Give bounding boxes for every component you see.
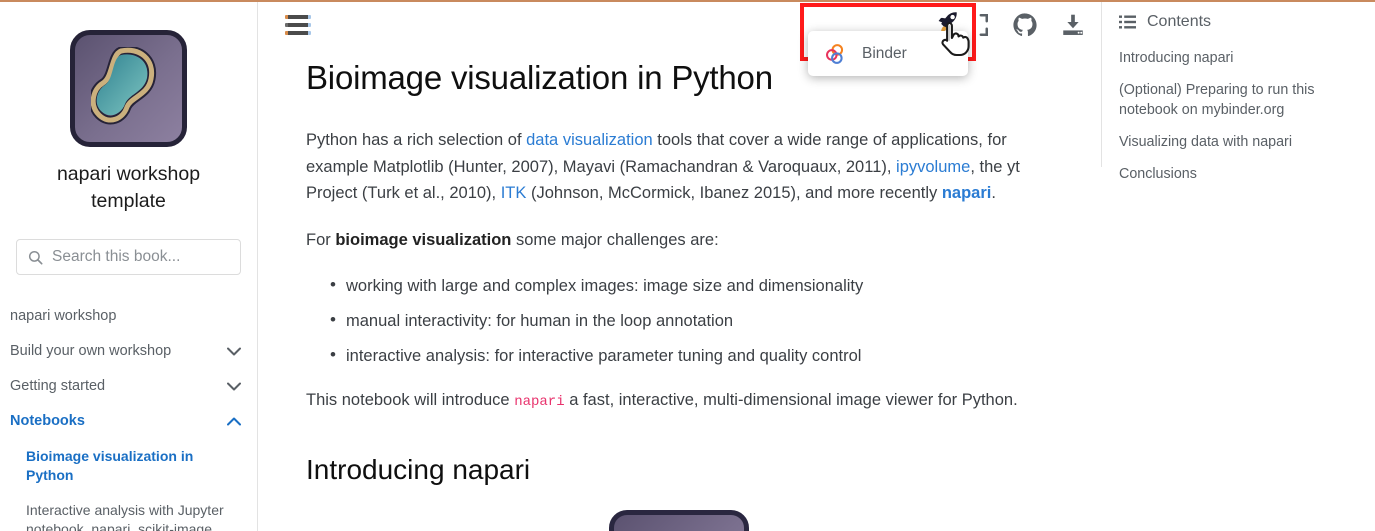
main-content: Bioimage visualization in Python Python … [259,2,1100,531]
sidebar-item-label: Bioimage visualization in Python [26,447,241,485]
sidebar-item-bioimage-visualization-in-python[interactable]: Bioimage visualization in Python [0,439,257,493]
sidebar-item-interactive-analysis[interactable]: Interactive analysis with Jupyter notebo… [0,493,257,531]
sidebar: napari workshop template Search this boo… [0,2,258,531]
page-root: napari workshop template Search this boo… [0,0,1375,531]
contents-header: Contents [1119,13,1365,31]
chevron-down-icon[interactable] [227,347,241,356]
paragraph-text: This notebook will introduce [306,391,514,409]
contents-panel: Contents Introducing napari (Optional) P… [1101,2,1375,531]
toc-item-introducing-napari[interactable]: Introducing napari [1119,48,1365,68]
binder-menu-label: Binder [862,45,907,63]
paragraph-text: . [991,184,996,202]
chevron-up-icon[interactable] [227,417,241,426]
challenges-list: working with large and complex images: i… [306,273,1052,369]
pointing-hand-cursor [938,20,972,60]
search-placeholder: Search this book... [52,248,180,266]
itk-link[interactable]: ITK [501,184,527,202]
article: Bioimage visualization in Python Python … [259,2,1100,531]
list-item: interactive analysis: for interactive pa… [306,343,1052,369]
paragraph-text: a fast, interactive, multi-dimensional i… [565,391,1018,409]
book-logo-wrapper: napari workshop template [0,2,257,215]
contents-title: Contents [1147,13,1211,31]
challenges-intro-paragraph: For bioimage visualization some major ch… [306,227,1052,254]
search-input[interactable]: Search this book... [16,239,241,275]
napari-logo-icon [70,30,187,147]
sidebar-item-getting-started[interactable]: Getting started [0,369,257,404]
paragraph-text: For [306,231,335,249]
download-icon[interactable] [1060,12,1086,38]
napari-logo-icon [609,510,749,531]
napari-blob-fill [91,47,163,127]
bioimage-visualization-bold: bioimage visualization [335,231,511,249]
napari-inline-code: napari [514,394,564,410]
paragraph-text: (Johnson, McCormick, Ibanez 2015), and m… [526,184,941,202]
sidebar-item-label: napari workshop [10,307,116,326]
hamburger-menu-icon[interactable] [285,15,311,35]
sidebar-item-napari-workshop[interactable]: napari workshop [0,299,257,334]
list-item: manual interactivity: for human in the l… [306,308,1052,334]
sidebar-nav: napari workshop Build your own workshop … [0,275,257,531]
data-visualization-link[interactable]: data visualization [526,131,653,149]
binder-logo-icon [824,43,846,65]
search-wrapper: Search this book... [0,215,257,275]
napari-link[interactable]: napari [942,184,992,202]
sidebar-item-label: Notebooks [10,412,85,431]
sidebar-item-build-your-own-workshop[interactable]: Build your own workshop [0,334,257,369]
search-icon [28,250,43,265]
paragraph-text: some major challenges are: [511,231,718,249]
sidebar-item-label: Build your own workshop [10,342,171,361]
chevron-down-icon[interactable] [227,382,241,391]
toc-item-conclusions[interactable]: Conclusions [1119,164,1365,184]
toc-item-optional-preparing[interactable]: (Optional) Preparing to run this noteboo… [1119,80,1365,120]
github-icon[interactable] [1012,12,1038,38]
sidebar-item-label: Interactive analysis with Jupyter notebo… [26,501,241,531]
notebook-intro-paragraph: This notebook will introduce napari a fa… [306,387,1052,416]
toc-item-visualizing-data[interactable]: Visualizing data with napari [1119,132,1365,152]
ipyvolume-link[interactable]: ipyvolume [896,158,970,176]
list-item: working with large and complex images: i… [306,273,1052,299]
hamburger-bar [285,15,311,19]
intro-paragraph: Python has a rich selection of data visu… [306,127,1052,207]
hamburger-bar [285,23,311,27]
paragraph-text: Python has a rich selection of [306,131,526,149]
sidebar-item-label: Getting started [10,377,105,396]
sidebar-item-notebooks[interactable]: Notebooks [0,404,257,439]
hamburger-bar [285,31,311,35]
page-toolbar [964,12,1086,38]
napari-blob-shape [628,527,728,531]
list-icon [1119,15,1136,29]
section-heading-introducing-napari: Introducing napari [306,454,1052,486]
book-title: napari workshop template [0,161,257,215]
